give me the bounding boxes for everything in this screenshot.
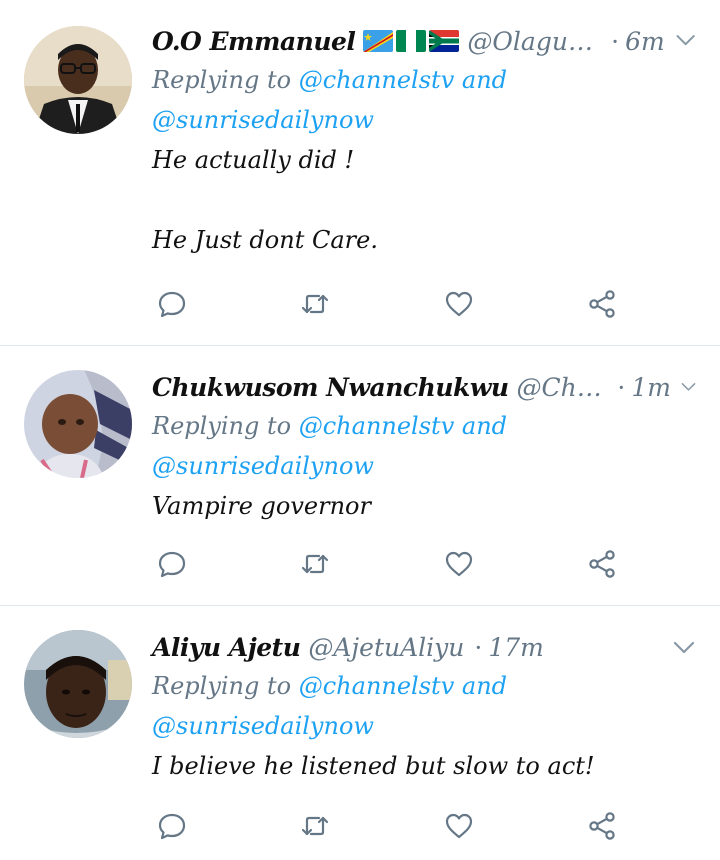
heart-icon[interactable]: [439, 806, 479, 846]
replying-to: Replying to @channelstv and @sunrisedail…: [152, 666, 698, 746]
timestamp[interactable]: 1m: [631, 373, 671, 402]
mention-link[interactable]: @sunrisedailynow: [152, 106, 374, 134]
user-handle[interactable]: @Olagunj...: [467, 27, 601, 56]
share-icon[interactable]: [582, 544, 622, 584]
tweet-actions: [152, 806, 622, 846]
tweet-text-line: Vampire governor: [152, 492, 371, 520]
tweet-text-line: [152, 180, 698, 220]
conjunction: and: [461, 412, 508, 440]
tweet-text-line: He actually did !: [152, 146, 355, 174]
tweet[interactable]: Aliyu Ajetu @AjetuAliyu · 17m Replying t…: [0, 606, 720, 860]
heart-icon[interactable]: [439, 284, 479, 324]
avatar-image: [24, 630, 132, 738]
flag-drc-icon: [363, 30, 394, 52]
conjunction: and: [461, 66, 508, 94]
tweet-header: O.O Emmanuel @Olagunj... · 6m: [152, 24, 698, 58]
flag-emojis: [363, 30, 460, 52]
retweet-icon[interactable]: [295, 544, 335, 584]
mention-link[interactable]: @sunrisedailynow: [152, 452, 374, 480]
tweet-text: He actually did ! He Just dont Care.: [152, 140, 698, 260]
tweet-header: Aliyu Ajetu @AjetuAliyu · 17m: [152, 630, 698, 664]
retweet-icon[interactable]: [295, 806, 335, 846]
mention-link[interactable]: @sunrisedailynow: [152, 712, 374, 740]
chevron-down-icon[interactable]: [670, 633, 698, 661]
tweet-text-line: He Just dont Care.: [152, 226, 378, 254]
tweet[interactable]: Chukwusom Nwanchukwu @Chukw... · 1m Repl…: [0, 346, 720, 606]
reply-icon[interactable]: [152, 284, 192, 324]
heart-icon[interactable]: [439, 544, 479, 584]
user-handle[interactable]: @AjetuAliyu: [308, 633, 464, 662]
display-name[interactable]: O.O Emmanuel: [152, 27, 356, 56]
timestamp[interactable]: 17m: [488, 633, 544, 662]
replying-to: Replying to @channelstv and @sunrisedail…: [152, 60, 698, 140]
flag-nigeria-icon: [396, 30, 427, 52]
tweet-text: I believe he listened but slow to act!: [152, 746, 698, 786]
replying-prefix: Replying to: [152, 412, 292, 440]
reply-icon[interactable]: [152, 806, 192, 846]
mention-link[interactable]: @channelstv: [299, 66, 455, 94]
avatar[interactable]: [24, 370, 132, 478]
avatar[interactable]: [24, 26, 132, 134]
conjunction: and: [461, 672, 508, 700]
avatar-image: [24, 26, 132, 134]
display-name[interactable]: Aliyu Ajetu: [152, 633, 301, 662]
separator-dot: ·: [474, 632, 483, 662]
tweet-actions: [152, 284, 622, 324]
separator-dot: ·: [611, 26, 620, 56]
tweet-text-line: I believe he listened but slow to act!: [152, 752, 595, 780]
flag-south-africa-icon: [429, 30, 460, 52]
mention-link[interactable]: @channelstv: [299, 672, 455, 700]
avatar[interactable]: [24, 630, 132, 738]
mention-link[interactable]: @channelstv: [299, 412, 455, 440]
tweet-actions: [152, 544, 622, 584]
reply-icon[interactable]: [152, 544, 192, 584]
user-handle[interactable]: @Chukw...: [517, 373, 608, 402]
replying-prefix: Replying to: [152, 66, 292, 94]
tweet-header: Chukwusom Nwanchukwu @Chukw... · 1m: [152, 370, 698, 404]
retweet-icon[interactable]: [295, 284, 335, 324]
separator-dot: ·: [617, 372, 626, 402]
replying-to: Replying to @channelstv and @sunrisedail…: [152, 406, 698, 486]
share-icon[interactable]: [582, 284, 622, 324]
replying-prefix: Replying to: [152, 672, 292, 700]
avatar-image: [24, 370, 132, 478]
display-name[interactable]: Chukwusom Nwanchukwu: [152, 373, 509, 402]
tweet[interactable]: O.O Emmanuel @Olagunj... · 6m Replying t…: [0, 0, 720, 346]
chevron-down-icon[interactable]: [673, 27, 698, 55]
chevron-down-icon[interactable]: [679, 373, 698, 401]
tweet-text: Vampire governor: [152, 486, 698, 526]
share-icon[interactable]: [582, 806, 622, 846]
timestamp[interactable]: 6m: [625, 27, 665, 56]
